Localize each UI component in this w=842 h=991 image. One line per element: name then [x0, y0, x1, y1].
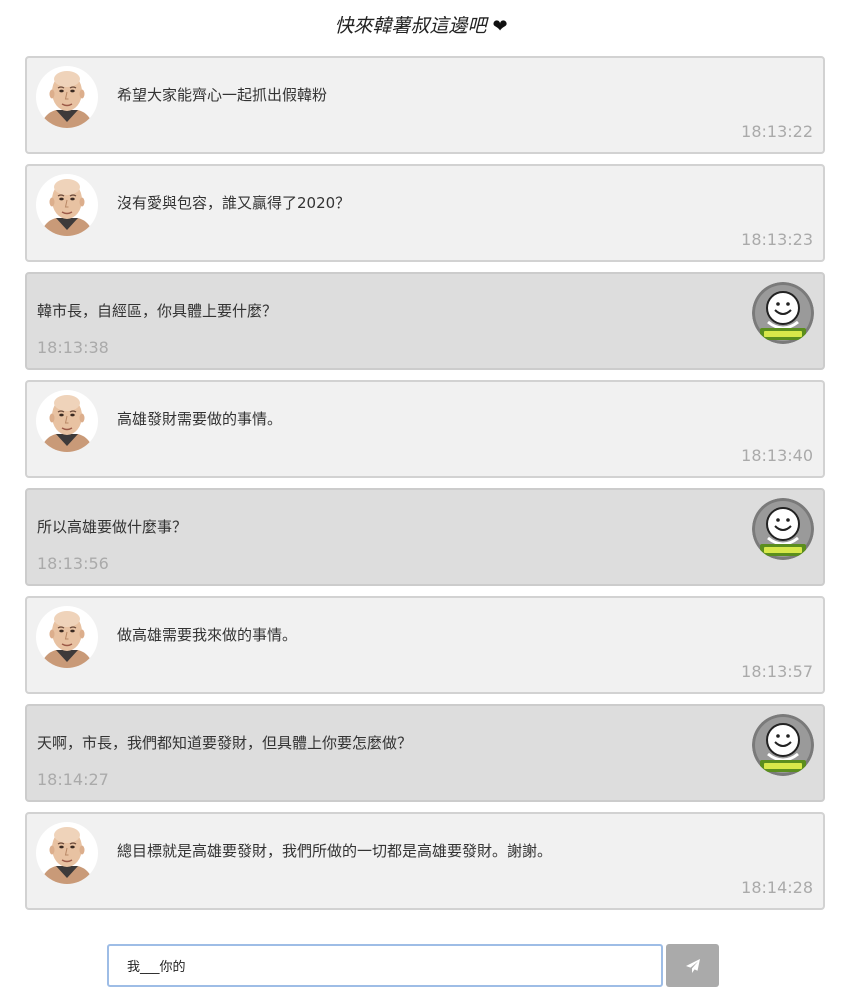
message-right-7: 天啊，市長，我們都知道要發財，但具體上你要怎麼做？ 18:14:27	[25, 704, 825, 802]
message-left-1: 希望大家能齊心一起抓出假韓粉 18:13:22	[25, 56, 825, 154]
heart-icon: ❤	[492, 16, 508, 37]
message-text: 高雄發財需要做的事情。	[117, 410, 283, 428]
smiley-avatar	[752, 714, 814, 776]
message-text: 總目標就是高雄要發財，我們所做的一切都是高雄要發財。謝謝。	[117, 842, 553, 860]
message-timestamp: 18:13:22	[741, 122, 813, 141]
mayor-face-graphic	[36, 66, 98, 128]
message-text: 做高雄需要我來做的事情。	[117, 626, 298, 644]
page-title-text: 快來韓薯叔這邊吧	[334, 15, 487, 37]
send-button[interactable]	[666, 944, 719, 987]
message-timestamp: 18:13:23	[741, 230, 813, 249]
message-input[interactable]	[107, 944, 663, 987]
message-text: 韓市長，自經區，你具體上要什麼？	[37, 302, 278, 320]
mayor-avatar	[36, 66, 98, 128]
message-timestamp: 18:13:38	[37, 338, 109, 357]
message-timestamp: 18:14:27	[37, 770, 109, 789]
mayor-face-graphic	[36, 822, 98, 884]
smiley-avatar	[752, 498, 814, 560]
mayor-avatar	[36, 390, 98, 452]
message-right-5: 所以高雄要做什麼事？ 18:13:56	[25, 488, 825, 586]
mayor-face-graphic	[36, 606, 98, 668]
message-text: 希望大家能齊心一起抓出假韓粉	[117, 86, 328, 104]
message-timestamp: 18:13:40	[741, 446, 813, 465]
message-text: 天啊，市長，我們都知道要發財，但具體上你要怎麼做？	[37, 734, 413, 752]
mayor-avatar	[36, 174, 98, 236]
message-right-3: 韓市長，自經區，你具體上要什麼？ 18:13:38	[25, 272, 825, 370]
mayor-face-graphic	[36, 390, 98, 452]
smiley-avatar	[752, 282, 814, 344]
message-timestamp: 18:14:28	[741, 878, 813, 897]
message-text: 沒有愛與包容，誰又贏得了2020？	[117, 194, 351, 212]
smiley-face-graphic	[752, 498, 814, 560]
page-title: 快來韓薯叔這邊吧 ❤	[0, 12, 842, 40]
paper-plane-icon	[685, 958, 700, 973]
message-timestamp: 18:13:56	[37, 554, 109, 573]
message-composer	[107, 944, 719, 987]
message-text: 所以高雄要做什麼事？	[37, 518, 188, 536]
smiley-face-graphic	[752, 714, 814, 776]
message-timestamp: 18:13:57	[741, 662, 813, 681]
message-left-6: 做高雄需要我來做的事情。 18:13:57	[25, 596, 825, 694]
mayor-avatar	[36, 822, 98, 884]
mayor-avatar	[36, 606, 98, 668]
message-left-8: 總目標就是高雄要發財，我們所做的一切都是高雄要發財。謝謝。 18:14:28	[25, 812, 825, 910]
message-left-4: 高雄發財需要做的事情。 18:13:40	[25, 380, 825, 478]
message-left-2: 沒有愛與包容，誰又贏得了2020？ 18:13:23	[25, 164, 825, 262]
mayor-face-graphic	[36, 174, 98, 236]
smiley-face-graphic	[752, 282, 814, 344]
